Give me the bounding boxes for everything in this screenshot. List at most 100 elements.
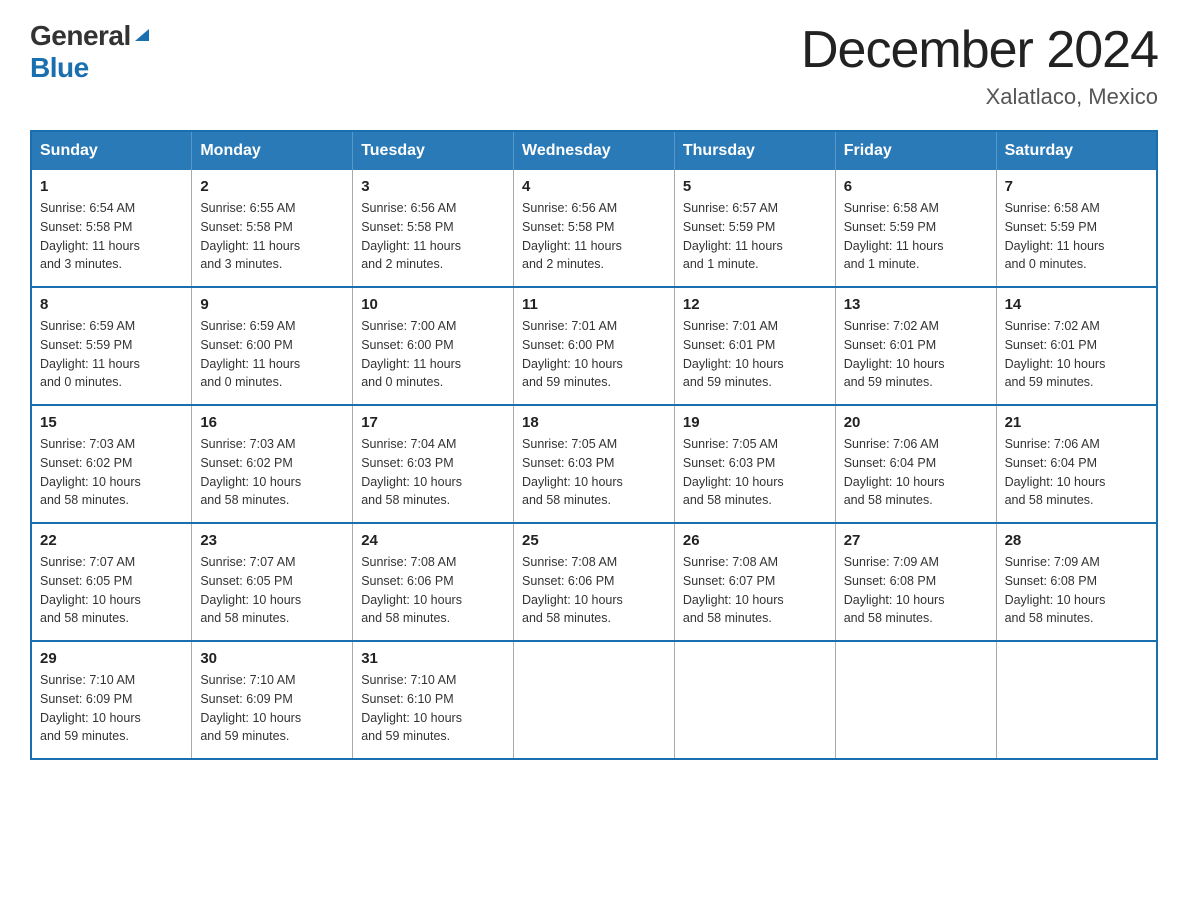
day-number: 8 — [40, 296, 183, 313]
day-number: 11 — [522, 296, 666, 313]
day-number: 9 — [200, 296, 344, 313]
day-number: 4 — [522, 178, 666, 195]
day-info: Sunrise: 7:05 AM Sunset: 6:03 PM Dayligh… — [522, 435, 666, 510]
day-number: 31 — [361, 650, 505, 667]
calendar-week-row: 15 Sunrise: 7:03 AM Sunset: 6:02 PM Dayli… — [31, 405, 1157, 523]
day-info: Sunrise: 7:04 AM Sunset: 6:03 PM Dayligh… — [361, 435, 505, 510]
day-number: 7 — [1005, 178, 1148, 195]
calendar-cell: 8 Sunrise: 6:59 AM Sunset: 5:59 PM Daylig… — [31, 287, 192, 405]
day-of-week-header: Friday — [835, 131, 996, 170]
title-area: December 2024 Xalatlaco, Mexico — [801, 20, 1158, 110]
calendar-cell — [996, 641, 1157, 759]
day-number: 14 — [1005, 296, 1148, 313]
day-info: Sunrise: 6:54 AM Sunset: 5:58 PM Dayligh… — [40, 199, 183, 274]
day-info: Sunrise: 7:02 AM Sunset: 6:01 PM Dayligh… — [844, 317, 988, 392]
calendar-cell: 10 Sunrise: 7:00 AM Sunset: 6:00 PM Dayli… — [353, 287, 514, 405]
day-number: 20 — [844, 414, 988, 431]
day-info: Sunrise: 7:00 AM Sunset: 6:00 PM Dayligh… — [361, 317, 505, 392]
calendar-cell — [835, 641, 996, 759]
day-number: 27 — [844, 532, 988, 549]
day-info: Sunrise: 7:02 AM Sunset: 6:01 PM Dayligh… — [1005, 317, 1148, 392]
calendar-cell: 18 Sunrise: 7:05 AM Sunset: 6:03 PM Dayli… — [514, 405, 675, 523]
day-info: Sunrise: 7:05 AM Sunset: 6:03 PM Dayligh… — [683, 435, 827, 510]
calendar-cell — [514, 641, 675, 759]
calendar-cell: 7 Sunrise: 6:58 AM Sunset: 5:59 PM Daylig… — [996, 170, 1157, 287]
calendar-cell: 13 Sunrise: 7:02 AM Sunset: 6:01 PM Dayli… — [835, 287, 996, 405]
calendar-week-row: 8 Sunrise: 6:59 AM Sunset: 5:59 PM Daylig… — [31, 287, 1157, 405]
calendar-cell: 16 Sunrise: 7:03 AM Sunset: 6:02 PM Dayli… — [192, 405, 353, 523]
day-info: Sunrise: 6:56 AM Sunset: 5:58 PM Dayligh… — [522, 199, 666, 274]
month-title: December 2024 — [801, 20, 1158, 80]
day-number: 15 — [40, 414, 183, 431]
day-info: Sunrise: 7:06 AM Sunset: 6:04 PM Dayligh… — [844, 435, 988, 510]
calendar-cell: 5 Sunrise: 6:57 AM Sunset: 5:59 PM Daylig… — [674, 170, 835, 287]
day-of-week-header: Thursday — [674, 131, 835, 170]
day-info: Sunrise: 6:57 AM Sunset: 5:59 PM Dayligh… — [683, 199, 827, 274]
day-info: Sunrise: 7:10 AM Sunset: 6:09 PM Dayligh… — [200, 671, 344, 746]
day-info: Sunrise: 7:10 AM Sunset: 6:10 PM Dayligh… — [361, 671, 505, 746]
calendar-table: SundayMondayTuesdayWednesdayThursdayFrid… — [30, 130, 1158, 760]
day-info: Sunrise: 7:08 AM Sunset: 6:06 PM Dayligh… — [361, 553, 505, 628]
calendar-cell: 23 Sunrise: 7:07 AM Sunset: 6:05 PM Dayli… — [192, 523, 353, 641]
day-info: Sunrise: 7:03 AM Sunset: 6:02 PM Dayligh… — [200, 435, 344, 510]
day-number: 5 — [683, 178, 827, 195]
logo-triangle-icon — [133, 25, 151, 48]
day-number: 24 — [361, 532, 505, 549]
day-number: 1 — [40, 178, 183, 195]
day-info: Sunrise: 7:06 AM Sunset: 6:04 PM Dayligh… — [1005, 435, 1148, 510]
day-info: Sunrise: 7:01 AM Sunset: 6:00 PM Dayligh… — [522, 317, 666, 392]
calendar-cell: 24 Sunrise: 7:08 AM Sunset: 6:06 PM Dayli… — [353, 523, 514, 641]
logo: General Blue — [30, 20, 151, 84]
day-number: 2 — [200, 178, 344, 195]
day-number: 26 — [683, 532, 827, 549]
calendar-cell: 29 Sunrise: 7:10 AM Sunset: 6:09 PM Dayli… — [31, 641, 192, 759]
day-info: Sunrise: 7:08 AM Sunset: 6:06 PM Dayligh… — [522, 553, 666, 628]
calendar-cell: 15Sunrise: 7:03 AM Sunset: 6:02 PM Dayli… — [31, 405, 192, 523]
logo-blue-text: Blue — [30, 52, 89, 83]
calendar-cell: 31 Sunrise: 7:10 AM Sunset: 6:10 PM Dayli… — [353, 641, 514, 759]
calendar-cell: 4 Sunrise: 6:56 AM Sunset: 5:58 PM Daylig… — [514, 170, 675, 287]
day-of-week-header: Monday — [192, 131, 353, 170]
calendar-cell: 21 Sunrise: 7:06 AM Sunset: 6:04 PM Dayli… — [996, 405, 1157, 523]
day-info: Sunrise: 7:08 AM Sunset: 6:07 PM Dayligh… — [683, 553, 827, 628]
day-number: 29 — [40, 650, 183, 667]
calendar-week-row: 29 Sunrise: 7:10 AM Sunset: 6:09 PM Dayli… — [31, 641, 1157, 759]
day-number: 3 — [361, 178, 505, 195]
day-info: Sunrise: 6:59 AM Sunset: 6:00 PM Dayligh… — [200, 317, 344, 392]
day-number: 30 — [200, 650, 344, 667]
calendar-cell: 19 Sunrise: 7:05 AM Sunset: 6:03 PM Dayli… — [674, 405, 835, 523]
day-info: Sunrise: 7:07 AM Sunset: 6:05 PM Dayligh… — [200, 553, 344, 628]
calendar-cell: 9 Sunrise: 6:59 AM Sunset: 6:00 PM Daylig… — [192, 287, 353, 405]
calendar-cell: 14 Sunrise: 7:02 AM Sunset: 6:01 PM Dayli… — [996, 287, 1157, 405]
day-info: Sunrise: 6:56 AM Sunset: 5:58 PM Dayligh… — [361, 199, 505, 274]
day-number: 19 — [683, 414, 827, 431]
day-number: 16 — [200, 414, 344, 431]
day-info: Sunrise: 7:01 AM Sunset: 6:01 PM Dayligh… — [683, 317, 827, 392]
day-of-week-header: Wednesday — [514, 131, 675, 170]
calendar-cell: 12 Sunrise: 7:01 AM Sunset: 6:01 PM Dayli… — [674, 287, 835, 405]
day-number: 12 — [683, 296, 827, 313]
calendar-cell: 2Sunrise: 6:55 AM Sunset: 5:58 PM Daylig… — [192, 170, 353, 287]
day-number: 18 — [522, 414, 666, 431]
day-number: 17 — [361, 414, 505, 431]
calendar-cell — [674, 641, 835, 759]
logo-general-text: General — [30, 20, 131, 52]
day-info: Sunrise: 6:58 AM Sunset: 5:59 PM Dayligh… — [844, 199, 988, 274]
day-info: Sunrise: 6:59 AM Sunset: 5:59 PM Dayligh… — [40, 317, 183, 392]
day-of-week-header: Tuesday — [353, 131, 514, 170]
day-of-week-header: Saturday — [996, 131, 1157, 170]
calendar-cell: 26 Sunrise: 7:08 AM Sunset: 6:07 PM Dayli… — [674, 523, 835, 641]
day-info: Sunrise: 6:58 AM Sunset: 5:59 PM Dayligh… — [1005, 199, 1148, 274]
calendar-cell: 22Sunrise: 7:07 AM Sunset: 6:05 PM Dayli… — [31, 523, 192, 641]
day-number: 13 — [844, 296, 988, 313]
day-number: 21 — [1005, 414, 1148, 431]
day-number: 23 — [200, 532, 344, 549]
day-of-week-header: Sunday — [31, 131, 192, 170]
calendar-header-row: SundayMondayTuesdayWednesdayThursdayFrid… — [31, 131, 1157, 170]
day-info: Sunrise: 7:09 AM Sunset: 6:08 PM Dayligh… — [844, 553, 988, 628]
calendar-cell: 30 Sunrise: 7:10 AM Sunset: 6:09 PM Dayli… — [192, 641, 353, 759]
calendar-cell: 20 Sunrise: 7:06 AM Sunset: 6:04 PM Dayli… — [835, 405, 996, 523]
calendar-cell: 6Sunrise: 6:58 AM Sunset: 5:59 PM Daylig… — [835, 170, 996, 287]
day-info: Sunrise: 7:10 AM Sunset: 6:09 PM Dayligh… — [40, 671, 183, 746]
day-number: 10 — [361, 296, 505, 313]
